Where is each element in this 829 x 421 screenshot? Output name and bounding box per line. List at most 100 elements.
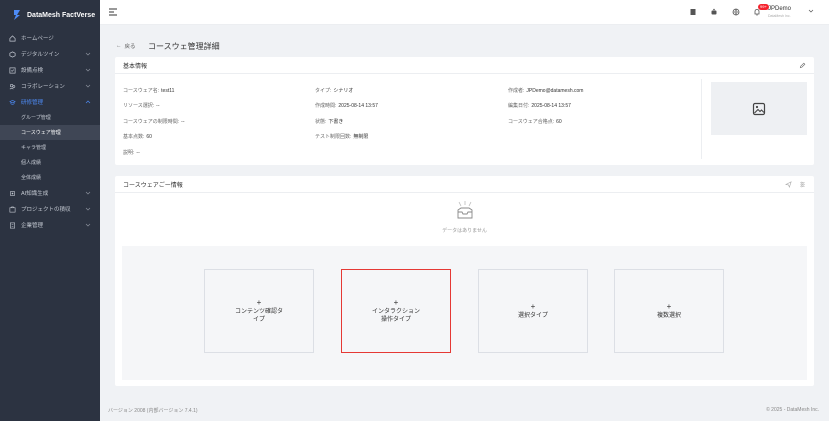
company-icon (9, 222, 16, 229)
send-icon[interactable] (785, 181, 792, 188)
field-base-score: 基本点数: 60 (123, 134, 152, 140)
datamesh-logo-icon (14, 10, 20, 20)
plus-icon: + (666, 301, 672, 311)
page-info-card: コースウェアごー情報 データはありません + コンテンツ確認タ イプ + インタ… (115, 176, 814, 386)
training-icon (9, 99, 16, 106)
field-created-at: 作成時間: 2025-08-14 13:57 (315, 103, 378, 109)
chevron-down-icon[interactable] (808, 8, 814, 14)
chevron-down-icon (85, 84, 91, 88)
footer-copyright: © 2025 - DataMesh Inc. (766, 407, 819, 413)
settings-icon[interactable] (799, 181, 806, 188)
plus-icon: + (530, 301, 536, 311)
chevron-down-icon (85, 68, 91, 72)
plus-icon: + (393, 297, 399, 307)
field-pass-score: コースウェア合格点: 60 (508, 119, 562, 125)
sidebar-subitem-overall-score[interactable]: 全体成績 (0, 170, 100, 185)
sidebar-subitem-label: 全体成績 (21, 175, 42, 181)
sidebar-subitem-label: グループ管理 (21, 115, 51, 121)
brand[interactable]: DataMesh FactVerse (0, 0, 100, 30)
sidebar-subitem-personal-score[interactable]: 個人成績 (0, 155, 100, 170)
page-title: コースウェ管理詳細 (148, 42, 220, 51)
image-icon (752, 102, 766, 115)
type-card-content-confirm[interactable]: + コンテンツ確認タ イプ (204, 269, 314, 353)
sidebar-item-label: ホームページ (21, 36, 54, 42)
chevron-down-icon (85, 52, 91, 56)
card-header: 基本情報 (115, 57, 814, 74)
user-company: DataMesh Inc. (768, 14, 791, 18)
menu-toggle-icon[interactable] (108, 7, 118, 17)
back-button[interactable]: ← 戻る (116, 42, 136, 50)
sidebar-item-project[interactable]: プロジェクトの積収 (0, 201, 100, 217)
type-card-label: インタラクション 操作タイプ (371, 308, 420, 323)
robot-icon[interactable] (710, 8, 718, 16)
chevron-down-icon (85, 223, 91, 227)
home-icon (9, 34, 16, 42)
sidebar-item-company[interactable]: 企業管理 (0, 217, 100, 233)
sidebar-subitem-courseware[interactable]: コースウェア管理 (0, 125, 100, 140)
field-edited-at: 編集日付: 2025-08-14 13:57 (508, 103, 571, 109)
sidebar-item-label: AI知識生成 (21, 191, 49, 197)
divider (701, 79, 702, 159)
field-type: タイプ: シナリオ (315, 88, 354, 94)
sidebar-item-ai-knowledge[interactable]: AI知識生成 (0, 185, 100, 201)
field-courseware-name: コースウェア名: test11 (123, 88, 175, 94)
card-title: 基本情報 (123, 63, 148, 70)
edit-icon[interactable] (799, 62, 806, 69)
field-time-limit: コースウェアの制限時間: -- (123, 119, 185, 125)
chevron-up-icon (85, 100, 91, 104)
cover-image-placeholder (711, 82, 807, 135)
type-card-multi-select[interactable]: + 複数選択 (614, 269, 724, 353)
chevron-down-icon (85, 207, 91, 211)
sidebar-subitem-group[interactable]: グループ管理 (0, 110, 100, 125)
sidebar-item-label: 設備点検 (21, 68, 44, 74)
field-description: 説明: -- (123, 150, 140, 156)
sidebar-menu: ホームページ デジタルツイン 設備点検 コラボレーション 研修管理 グループ管理… (0, 30, 100, 233)
type-card-label: 複数選択 (656, 312, 681, 319)
sidebar-item-label: コラボレーション (21, 84, 65, 90)
card-header: コースウェアごー情報 (115, 176, 814, 193)
plus-icon: + (256, 297, 262, 307)
sidebar-item-label: デジタルツイン (21, 52, 60, 58)
back-label: 戻る (124, 44, 136, 50)
brand-name: DataMesh FactVerse (27, 11, 96, 19)
top-header: 99+ JPDemo DataMesh Inc. (100, 0, 829, 25)
sidebar-item-label: 研修管理 (21, 100, 44, 106)
sidebar-subitem-label: コースウェア管理 (21, 130, 61, 136)
page-type-area: + コンテンツ確認タ イプ + インタラクション 操作タイプ + 選択タイプ +… (122, 246, 807, 380)
sidebar-subitem-label: 個人成績 (21, 160, 42, 166)
project-icon (9, 206, 16, 213)
sidebar-item-collaboration[interactable]: コラボレーション (0, 78, 100, 94)
field-resource: リソース選択: -- (123, 103, 160, 109)
ai-icon (9, 190, 16, 197)
card-title: コースウェアごー情報 (123, 182, 183, 189)
field-creator: 作成者: JPDemo@datamesh.com (508, 88, 584, 94)
sidebar-item-training[interactable]: 研修管理 (0, 94, 100, 110)
sidebar-item-label: プロジェクトの積収 (21, 207, 71, 213)
sidebar-item-digital-twin[interactable]: デジタルツイン (0, 46, 100, 62)
type-card-select[interactable]: + 選択タイプ (478, 269, 588, 353)
type-card-label: 選択タイプ (517, 312, 548, 319)
sidebar-item-inspection[interactable]: 設備点検 (0, 62, 100, 78)
arrow-left-icon: ← (116, 43, 122, 49)
sidebar: DataMesh FactVerse ホームページ デジタルツイン 設備点検 コ… (0, 0, 100, 421)
field-status: 状態: 下書き (315, 119, 344, 125)
basic-info-card: 基本情報 コースウェア名: test11 タイプ: シナリオ 作成者: JPDemo@… (115, 57, 814, 165)
type-card-label: コンテンツ確認タ イプ (234, 308, 283, 323)
sidebar-subitem-character[interactable]: キャラ管理 (0, 140, 100, 155)
sidebar-item-home[interactable]: ホームページ (0, 30, 100, 46)
sidebar-subitem-label: キャラ管理 (21, 145, 47, 151)
footer-version: バージョン 2008 (内部バージョン 7.4.1) (108, 408, 198, 414)
type-card-interaction[interactable]: + インタラクション 操作タイプ (341, 269, 451, 353)
collab-icon (9, 83, 16, 90)
document-icon[interactable] (689, 8, 697, 16)
empty-inbox-icon (457, 201, 472, 219)
sidebar-item-label: 企業管理 (21, 223, 44, 229)
field-test-limit: テスト制限回数: 無制限 (315, 134, 369, 140)
user-name[interactable]: JPDemo (768, 6, 791, 12)
empty-text: データはありません (442, 228, 487, 234)
inspection-icon (9, 67, 16, 74)
empty-state: データはありません (115, 200, 814, 234)
globe-icon[interactable] (732, 8, 740, 16)
cube-icon (9, 50, 16, 58)
chevron-down-icon (85, 191, 91, 195)
